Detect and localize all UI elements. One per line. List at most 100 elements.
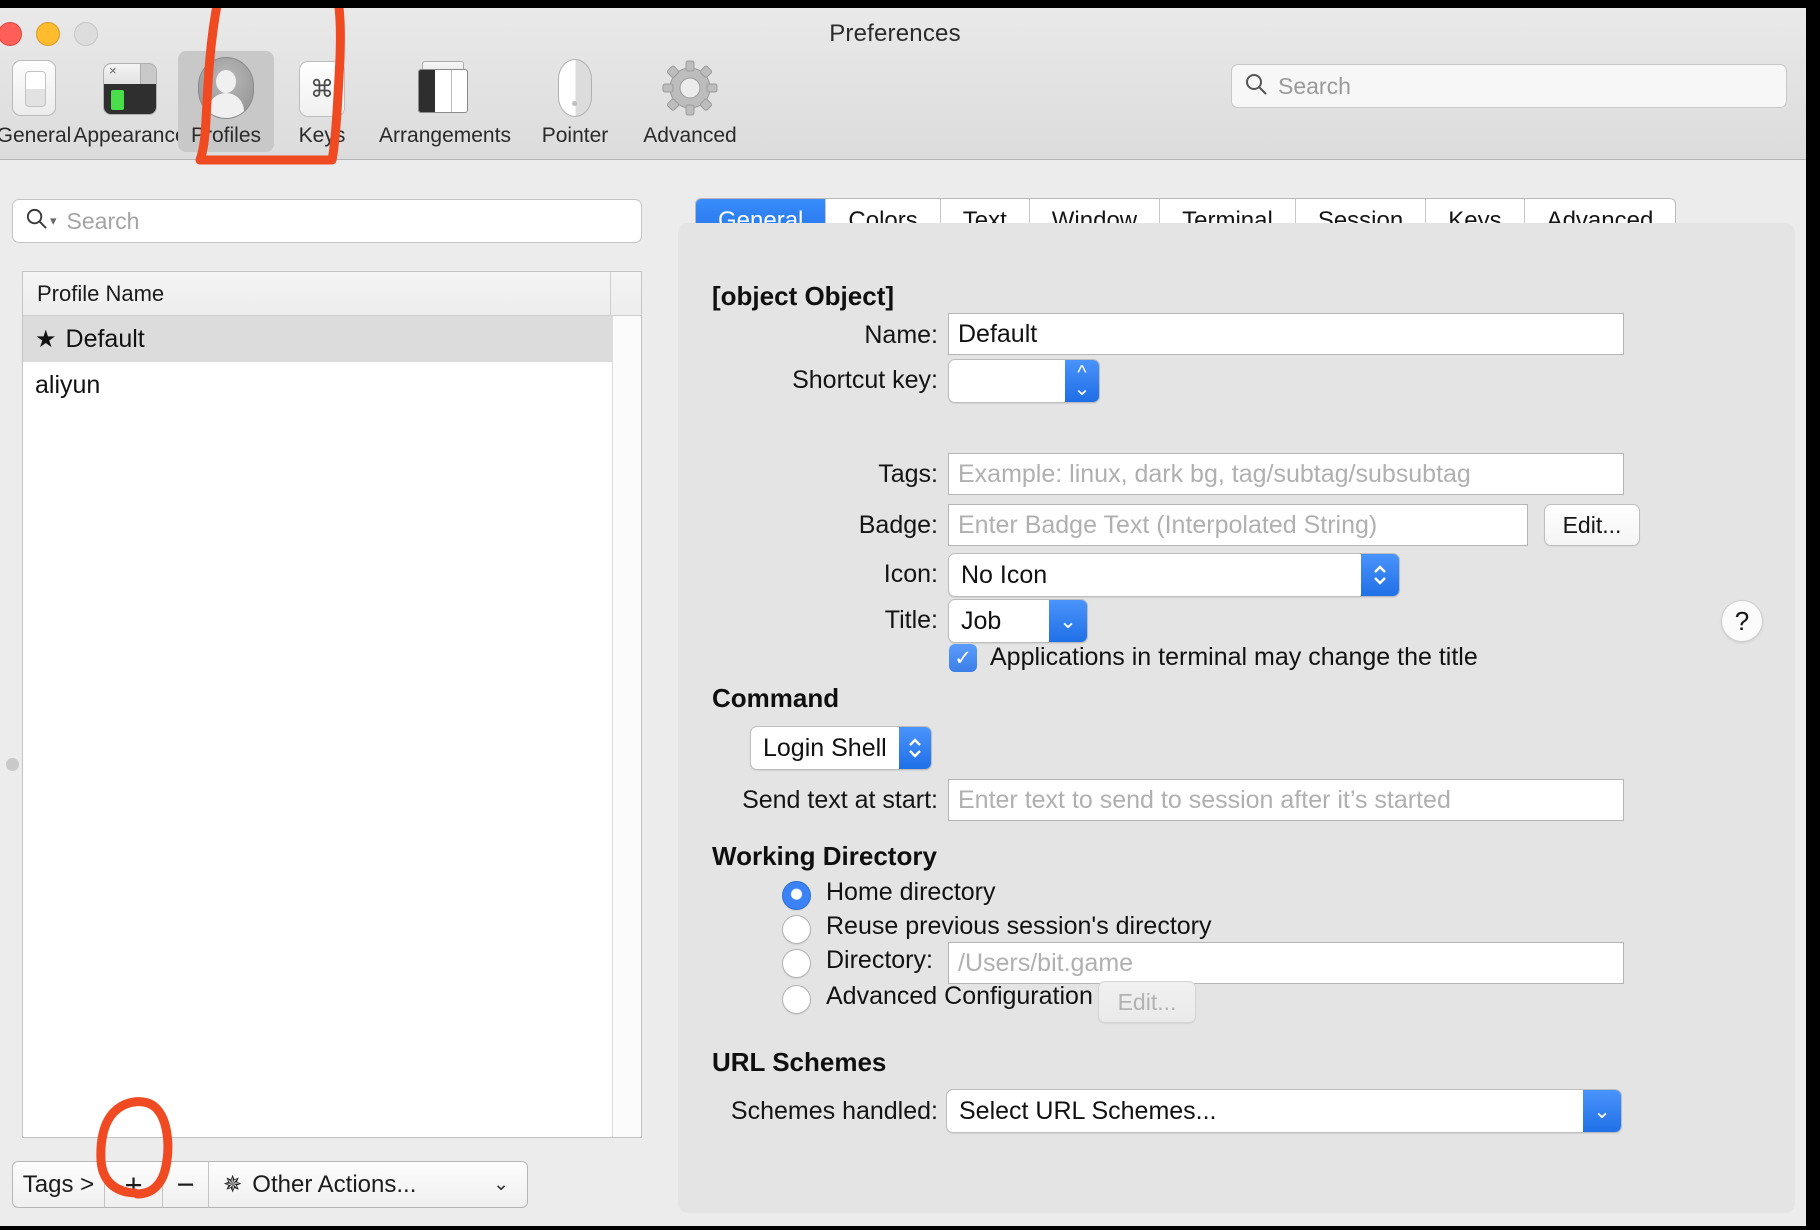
name-input[interactable]: Default <box>948 313 1624 355</box>
general-settings-panel: [object Object] Name: Default Shortcut k… <box>678 223 1795 1213</box>
profiles-list-scrollbar[interactable] <box>612 316 641 1137</box>
toolbar-item-appearance[interactable]: Appearance <box>73 51 187 152</box>
title-select[interactable]: Job ⌄ <box>948 599 1088 643</box>
keys-command-icon: ⌘ <box>293 57 351 119</box>
screen-frame-bottom <box>0 1226 1820 1230</box>
badge-label: Badge: <box>858 511 938 539</box>
profile-search-field[interactable]: ▾ Search <box>12 199 642 243</box>
stepper-arrows-icon[interactable]: ^ ⌄ <box>1065 360 1099 402</box>
radio-home-directory[interactable] <box>782 881 811 910</box>
search-icon <box>25 207 48 235</box>
badge-input[interactable]: Enter Badge Text (Interpolated String) <box>948 504 1528 546</box>
radio-reuse-previous-directory[interactable] <box>782 915 811 944</box>
stepper-arrows-icon <box>899 727 931 769</box>
arrangements-windows-icon <box>416 57 474 119</box>
screen-frame-right <box>1806 0 1820 1230</box>
icon-label: Icon: <box>883 560 938 588</box>
gear-icon: ✵ <box>223 1171 243 1197</box>
toolbar-label-advanced: Advanced <box>643 124 737 147</box>
profiles-list: Profile Name ★ Default aliyun <box>22 271 642 1138</box>
shortcut-key-label: Shortcut key: <box>792 366 938 394</box>
toolbar-item-pointer[interactable]: Pointer <box>520 51 630 152</box>
other-actions-label: Other Actions... <box>252 1170 417 1198</box>
chevron-down-icon[interactable]: ▾ <box>50 213 57 229</box>
toolbar-item-profiles[interactable]: Profiles <box>178 51 274 152</box>
toolbar-item-advanced[interactable]: Advanced <box>630 51 750 152</box>
toolbar-item-keys[interactable]: ⌘ Keys <box>274 51 370 152</box>
chevron-down-icon: ⌄ <box>493 1174 509 1195</box>
column-header-profile-name: Profile Name <box>37 280 165 306</box>
icon-select[interactable]: No Icon <box>948 553 1400 597</box>
profiles-person-icon <box>197 57 255 119</box>
apps-change-title-checkbox[interactable]: ✓ <box>949 644 977 672</box>
tags-label: Tags: <box>878 460 938 488</box>
apps-change-title-label: Applications in terminal may change the … <box>990 643 1478 671</box>
badge-edit-button[interactable]: Edit... <box>1544 504 1640 546</box>
section-title-working-directory: Working Directory <box>712 841 937 871</box>
stepper-arrows-icon <box>1361 554 1399 596</box>
preferences-window: Preferences General Appearance Profiles … <box>0 0 1820 1230</box>
split-view-grip[interactable] <box>6 758 19 771</box>
toolbar-search-placeholder: Search <box>1278 72 1351 99</box>
toolbar-label-keys: Keys <box>298 124 346 147</box>
radio-advanced-configuration[interactable] <box>782 985 811 1014</box>
command-shell-value: Login Shell <box>763 733 887 762</box>
screen-frame-top <box>0 0 1820 8</box>
chevron-down-icon: ⌄ <box>1583 1090 1621 1132</box>
schemes-handled-value: Select URL Schemes... <box>959 1096 1217 1125</box>
search-icon <box>1244 72 1268 101</box>
other-actions-menu[interactable]: ✵ Other Actions... ⌄ <box>209 1162 527 1207</box>
default-star-icon: ★ <box>35 325 57 353</box>
header-divider <box>610 272 611 315</box>
radio-advanced-configuration-label: Advanced Configuration <box>826 982 1093 1010</box>
section-title-command: Command <box>712 683 840 713</box>
title-label: Title: <box>884 606 938 634</box>
profiles-list-header: Profile Name <box>23 272 641 316</box>
help-button[interactable]: ? <box>1721 600 1763 642</box>
directory-input[interactable]: /Users/bit.game <box>948 942 1624 984</box>
profile-name-label: Default <box>65 324 145 353</box>
advanced-gear-icon <box>661 57 719 119</box>
window-title: Preferences <box>829 20 961 47</box>
general-switch-icon <box>5 57 63 119</box>
radio-home-directory-label: Home directory <box>826 878 996 906</box>
profile-detail-pane: General Colors Text Window Terminal Sess… <box>670 161 1803 1226</box>
toolbar-label-arrangements: Arrangements <box>379 124 511 147</box>
name-label: Name: <box>864 321 938 349</box>
icon-select-value: No Icon <box>961 560 1048 589</box>
pointer-mouse-icon <box>546 57 604 119</box>
tags-input[interactable]: Example: linux, dark bg, tag/subtag/subs… <box>948 453 1624 495</box>
profiles-bottom-toolbar: Tags > + − ✵ Other Actions... ⌄ <box>12 1161 528 1208</box>
section-title-url-schemes: URL Schemes <box>712 1047 887 1077</box>
title-select-value: Job <box>961 606 1002 635</box>
chevron-down-icon: ⌄ <box>1049 600 1087 642</box>
shortcut-key-stepper[interactable]: ^ ⌄ <box>948 359 1100 403</box>
toolbar-item-general[interactable]: General <box>0 51 82 152</box>
toolbar-label-profiles: Profiles <box>190 124 262 147</box>
add-profile-button[interactable]: + <box>105 1162 163 1207</box>
list-item[interactable]: aliyun <box>23 362 641 408</box>
radio-directory[interactable] <box>782 949 811 978</box>
list-item[interactable]: ★ Default <box>23 316 641 362</box>
command-shell-select[interactable]: Login Shell <box>750 726 932 770</box>
preferences-toolbar: General Appearance Profiles ⌘ Keys <box>0 51 750 152</box>
advanced-configuration-edit-button[interactable]: Edit... <box>1098 981 1196 1023</box>
schemes-handled-select[interactable]: Select URL Schemes... ⌄ <box>946 1089 1622 1133</box>
profile-name-label: aliyun <box>35 370 101 399</box>
send-text-input[interactable]: Enter text to send to session after it’s… <box>948 779 1624 821</box>
window-titlebar: Preferences General Appearance Profiles … <box>0 8 1806 160</box>
section-title-basics: [object Object] <box>712 281 895 311</box>
schemes-handled-label: Schemes handled: <box>730 1097 938 1125</box>
profile-search-placeholder: Search <box>66 207 140 234</box>
appearance-terminal-icon <box>101 57 159 119</box>
tags-button[interactable]: Tags > <box>13 1162 105 1207</box>
toolbar-search-field[interactable]: Search <box>1231 64 1787 108</box>
radio-directory-label: Directory: <box>826 946 933 974</box>
toolbar-label-appearance: Appearance <box>73 124 187 147</box>
remove-profile-button[interactable]: − <box>163 1162 209 1207</box>
radio-reuse-previous-directory-label: Reuse previous session's directory <box>826 912 1212 940</box>
toolbar-item-arrangements[interactable]: Arrangements <box>370 51 520 152</box>
profiles-sidebar: ▾ Search Profile Name ★ Default aliyun T… <box>0 161 664 1226</box>
toolbar-label-pointer: Pointer <box>541 124 609 147</box>
send-text-label: Send text at start: <box>742 786 938 814</box>
